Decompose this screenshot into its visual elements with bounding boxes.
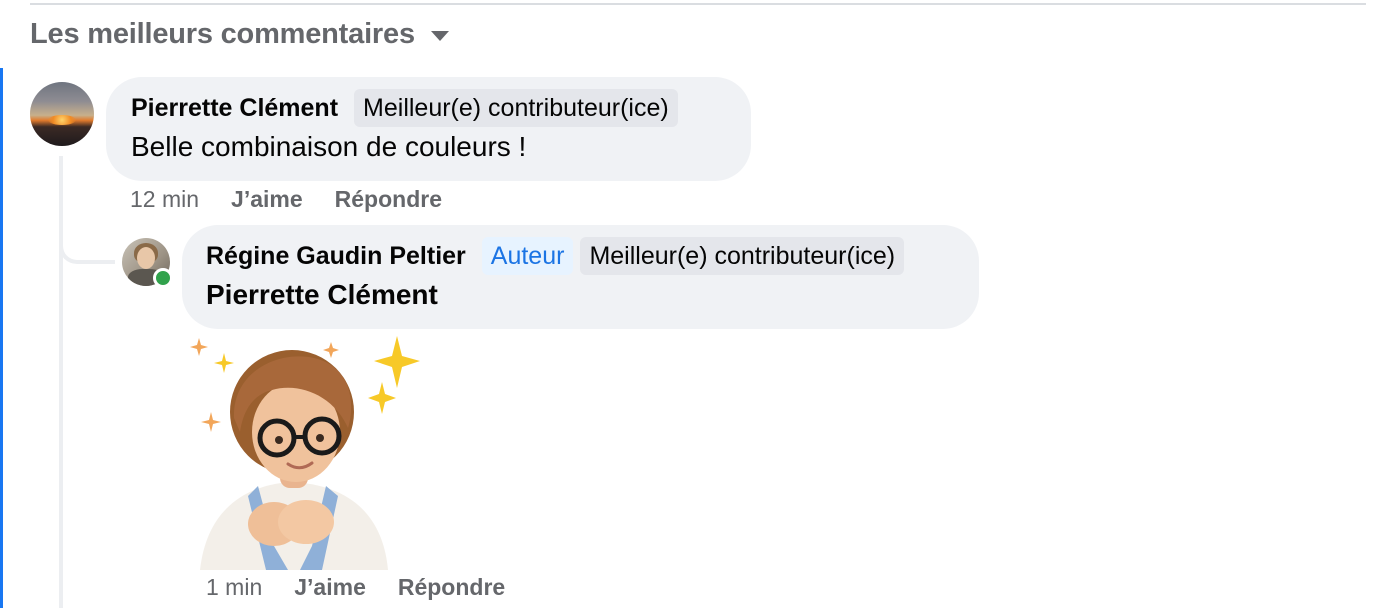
sparkle-icon bbox=[374, 336, 420, 388]
comment-timestamp[interactable]: 12 min bbox=[130, 186, 199, 213]
reply-author-name[interactable]: Régine Gaudin Peltier bbox=[206, 242, 466, 271]
comment-header: Pierrette Clément Meilleur(e) contribute… bbox=[131, 88, 678, 128]
sparkle-icon bbox=[190, 338, 208, 356]
sort-label: Les meilleurs commentaires bbox=[30, 17, 415, 50]
sparkle-icon bbox=[323, 342, 339, 358]
avatar-face bbox=[137, 247, 155, 269]
reply-timestamp[interactable]: 1 min bbox=[206, 574, 262, 601]
reply-header: Régine Gaudin Peltier Auteur Meilleur(e)… bbox=[206, 236, 905, 276]
comment-text: Belle combinaison de couleurs ! bbox=[131, 131, 527, 162]
thread-connector bbox=[59, 200, 115, 264]
sunset-photo-avatar-icon bbox=[48, 115, 76, 125]
comment-sort-dropdown[interactable]: Les meilleurs commentaires bbox=[30, 14, 449, 54]
top-contributor-badge[interactable]: Meilleur(e) contributeur(ice) bbox=[580, 237, 905, 275]
author-badge: Auteur bbox=[481, 237, 574, 275]
comment-author-name[interactable]: Pierrette Clément bbox=[131, 94, 338, 123]
like-button[interactable]: J’aime bbox=[231, 186, 303, 213]
reply-actions: 1 min J’aime Répondre bbox=[206, 571, 505, 603]
reply-button[interactable]: Répondre bbox=[398, 574, 505, 601]
caret-down-icon bbox=[430, 31, 449, 41]
sparkle-icon bbox=[201, 412, 221, 432]
reply-mention[interactable]: Pierrette Clément bbox=[206, 276, 438, 314]
focus-accent-bar bbox=[0, 68, 3, 608]
sparkle-icon bbox=[368, 382, 396, 414]
comment-actions: 12 min J’aime Répondre bbox=[130, 183, 442, 215]
avatar[interactable] bbox=[30, 82, 94, 146]
top-divider bbox=[30, 3, 1366, 5]
like-button[interactable]: J’aime bbox=[294, 574, 366, 601]
reply-button[interactable]: Répondre bbox=[335, 186, 442, 213]
top-contributor-badge[interactable]: Meilleur(e) contributeur(ice) bbox=[354, 89, 678, 127]
memoji-sticker-icon bbox=[190, 336, 420, 570]
online-status-indicator bbox=[153, 268, 173, 288]
sparkle-icon bbox=[214, 353, 234, 373]
